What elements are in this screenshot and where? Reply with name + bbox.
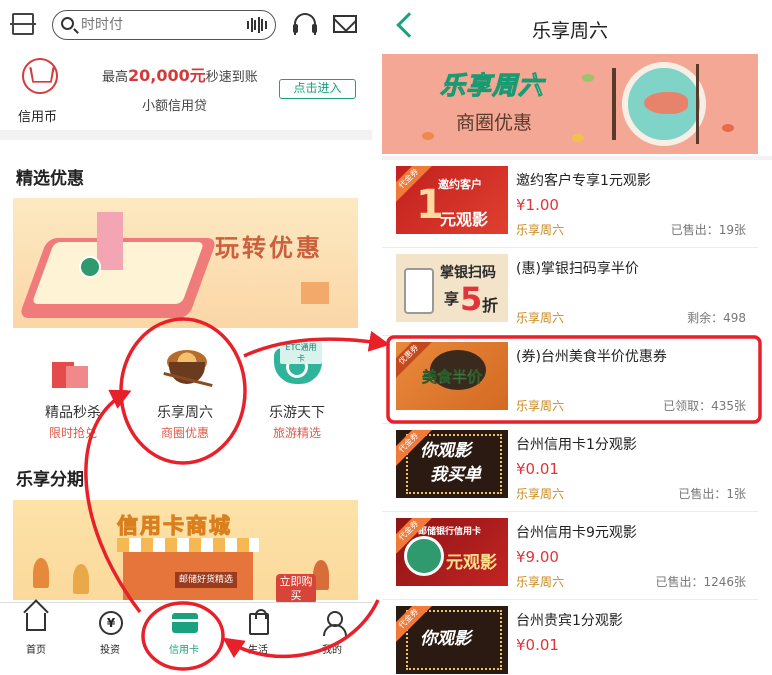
list-item[interactable]: 你观影 代金券 台州贵宾1分观影 ¥0.01 xyxy=(382,600,758,675)
item-thumbnail: 你观影 我买单 代金券 xyxy=(396,430,508,498)
item-thumbnail: 邮储银行信用卡 元观影 代金券 xyxy=(396,518,508,586)
section-title-featured: 精选优惠 xyxy=(16,169,84,189)
search-bar[interactable] xyxy=(52,10,276,40)
user-icon xyxy=(323,611,347,636)
tab-invest[interactable]: ¥ 投资 xyxy=(74,611,146,656)
item-thumbnail: 美食半价 优惠券 xyxy=(396,342,508,410)
scan-icon[interactable] xyxy=(10,13,36,35)
credit-coin-label: 信用币 xyxy=(18,110,58,125)
list-item[interactable]: 邀约客户 1 元观影 代金券 邀约客户专享1元观影 ¥1.00 乐享周六 已售出… xyxy=(382,160,758,248)
left-screen: 信用币 最高20,000元秒速到账 小额信用贷 点击进入 精选优惠 玩转优惠 精… xyxy=(0,0,372,675)
item-tag: 乐享周六 xyxy=(516,223,565,237)
banner-title: 乐享周六 xyxy=(439,71,545,101)
item-title: (惠)掌银扫码享半价 xyxy=(516,261,639,277)
category-travel[interactable]: ETC通用卡 乐游天下 旅游精选 xyxy=(242,340,352,445)
credit-card-icon xyxy=(172,613,198,633)
item-tag: 乐享周六 xyxy=(516,487,565,501)
item-tag: 乐享周六 xyxy=(516,399,565,413)
item-thumbnail: 掌银扫码 享 5 折 xyxy=(396,254,508,322)
item-remaining-count: 剩余：498 xyxy=(687,311,746,325)
item-title: 邀约客户专享1元观影 xyxy=(516,173,651,189)
item-claimed-count: 已领取：435张 xyxy=(663,399,746,413)
tab-mine[interactable]: 我的 xyxy=(296,611,368,656)
page-title: 乐享周六 xyxy=(531,20,608,42)
buy-now-button[interactable]: 立即购买 xyxy=(276,574,316,604)
search-icon xyxy=(61,17,74,30)
bank-logo-icon xyxy=(79,256,101,278)
tab-home[interactable]: 首页 xyxy=(0,611,72,656)
list-item[interactable]: 美食半价 优惠券 (券)台州美食半价优惠券 乐享周六 已领取：435张 xyxy=(382,336,758,424)
top-bar xyxy=(0,0,372,50)
item-price: ¥1.00 xyxy=(516,196,559,214)
item-sold-count: 已售出：1张 xyxy=(678,487,746,501)
item-title: 台州信用卡9元观影 xyxy=(516,525,637,541)
section-title-installment: 乐享分期 xyxy=(16,470,84,490)
item-tag: 乐享周六 xyxy=(516,311,565,325)
credit-loan-strip[interactable]: 信用币 最高20,000元秒速到账 小额信用贷 点击进入 xyxy=(0,52,372,130)
message-icon[interactable] xyxy=(333,15,357,33)
tab-credit-card[interactable]: 信用卡 xyxy=(148,611,220,656)
yen-icon: ¥ xyxy=(99,611,123,635)
voice-icon[interactable] xyxy=(247,17,267,33)
bag-icon xyxy=(249,609,269,635)
category-flash-sale[interactable]: 精品秒杀 限时抢兑 xyxy=(18,340,128,445)
credit-limit-text: 最高20,000元秒速到账 xyxy=(102,66,258,85)
list-item[interactable]: 邮储银行信用卡 元观影 代金券 台州信用卡9元观影 ¥9.00 乐享周六 已售出… xyxy=(382,512,758,600)
item-thumbnail: 你观影 代金券 xyxy=(396,606,508,674)
item-title: 台州贵宾1分观影 xyxy=(516,613,623,629)
category-row: 精品秒杀 限时抢兑 乐享周六 商圈优惠 ETC通用卡 乐游天下 旅游精选 xyxy=(0,340,372,445)
category-weekend-fun[interactable]: 乐享周六 商圈优惠 xyxy=(130,340,240,445)
bottom-tab-bar: 首页 ¥ 投资 信用卡 生活 我的 xyxy=(0,602,372,675)
shopping-bags-icon xyxy=(52,346,94,388)
noodle-bowl-icon xyxy=(163,344,213,390)
item-title: 台州信用卡1分观影 xyxy=(516,437,637,453)
item-title: (券)台州美食半价优惠券 xyxy=(516,349,667,365)
item-price: ¥0.01 xyxy=(516,636,559,654)
item-price: ¥9.00 xyxy=(516,548,559,566)
item-tag: 乐享周六 xyxy=(516,575,565,589)
item-price: ¥0.01 xyxy=(516,460,559,478)
promo-banner: 乐享周六 商圈优惠 xyxy=(382,54,758,154)
mall-title: 信用卡商城 xyxy=(117,514,232,539)
credit-subtitle: 小额信用贷 xyxy=(142,99,208,114)
credit-coin-icon xyxy=(22,58,58,94)
customer-service-icon[interactable] xyxy=(293,13,317,35)
right-screen: 乐享周六 乐享周六 商圈优惠 邀约客户 1 元观影 代金券 邀约客户专享1元观影… xyxy=(382,0,772,675)
page-header: 乐享周六 xyxy=(382,0,772,52)
enter-button[interactable]: 点击进入 xyxy=(279,79,356,99)
home-icon xyxy=(26,613,46,631)
credit-amount: 20,000元 xyxy=(128,66,206,85)
divider xyxy=(0,130,372,140)
banner-text: 玩转优惠 xyxy=(215,234,323,262)
list-item[interactable]: 你观影 我买单 代金券 台州信用卡1分观影 ¥0.01 乐享周六 已售出：1张 xyxy=(382,424,758,512)
featured-banner[interactable]: 玩转优惠 xyxy=(13,198,358,328)
item-sold-count: 已售出：1246张 xyxy=(655,575,746,589)
mall-sign: 邮储好货精选 xyxy=(175,572,237,588)
tab-life[interactable]: 生活 xyxy=(222,609,294,656)
item-sold-count: 已售出：19张 xyxy=(670,223,746,237)
travel-wheel-icon: ETC通用卡 xyxy=(274,342,322,388)
banner-subtitle: 商圈优惠 xyxy=(456,112,533,134)
list-item[interactable]: 掌银扫码 享 5 折 (惠)掌银扫码享半价 乐享周六 剩余：498 xyxy=(382,248,758,336)
search-input[interactable] xyxy=(81,15,231,35)
item-thumbnail: 邀约客户 1 元观影 代金券 xyxy=(396,166,508,234)
